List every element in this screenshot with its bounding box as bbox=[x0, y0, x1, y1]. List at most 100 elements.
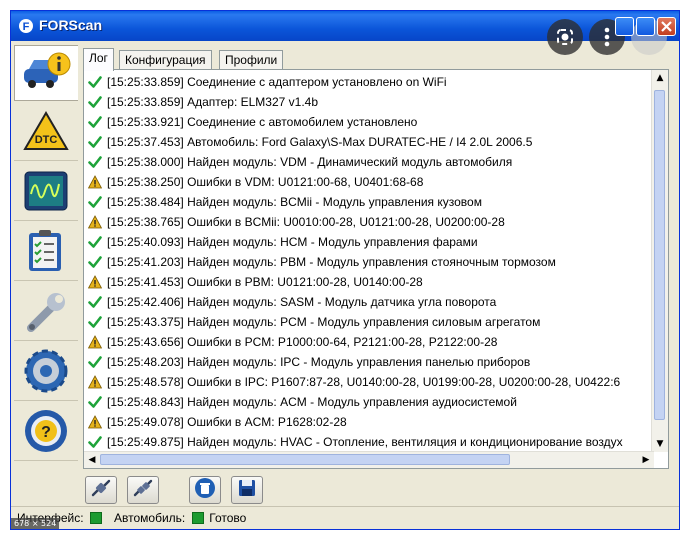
log-text: [15:25:37.453] Автомобиль: Ford Galaxy\S… bbox=[107, 135, 533, 149]
warning-icon bbox=[87, 275, 103, 289]
status-bar: Интерфейс: Автомобиль: Готово 678 × 524 bbox=[11, 506, 679, 529]
trash-icon bbox=[194, 477, 216, 503]
svg-text:?: ? bbox=[41, 424, 51, 441]
tab-log[interactable]: Лог bbox=[83, 48, 114, 71]
image-size-badge: 678 × 524 bbox=[11, 518, 60, 529]
log-text: [15:25:48.843] Найден модуль: ACM - Моду… bbox=[107, 395, 517, 409]
warning-icon bbox=[87, 335, 103, 349]
log-line: [15:25:41.203] Найден модуль: PBM - Моду… bbox=[88, 252, 556, 272]
log-lines: [15:25:33.859] Соединение с адаптером ус… bbox=[84, 70, 654, 452]
check-icon bbox=[88, 295, 102, 309]
tool-service[interactable] bbox=[14, 285, 78, 341]
tab-configuration[interactable]: Конфигурация bbox=[119, 50, 212, 70]
svg-text:DTC: DTC bbox=[35, 134, 58, 146]
connect-icon bbox=[90, 478, 112, 502]
tool-tests[interactable] bbox=[14, 225, 78, 281]
log-text: [15:25:38.765] Ошибки в BCMii: U0010:00-… bbox=[107, 215, 505, 229]
check-icon bbox=[88, 115, 102, 129]
log-line: [15:25:38.484] Найден модуль: BCMii - Мо… bbox=[88, 192, 482, 212]
log-line: [15:25:43.375] Найден модуль: PCM - Моду… bbox=[88, 312, 540, 332]
tool-dtc[interactable]: DTC bbox=[14, 105, 78, 161]
log-line: [15:25:40.093] Найден модуль: HCM - Моду… bbox=[88, 232, 478, 252]
warning-icon bbox=[87, 175, 103, 189]
log-text: [15:25:40.093] Найден модуль: HCM - Моду… bbox=[107, 235, 478, 249]
check-icon bbox=[88, 255, 102, 269]
save-icon bbox=[237, 478, 257, 502]
save-log-button[interactable] bbox=[231, 476, 263, 504]
scroll-down-icon[interactable]: ▼ bbox=[652, 436, 668, 452]
log-line: [15:25:38.000] Найден модуль: VDM - Дина… bbox=[88, 152, 512, 172]
wrench-icon bbox=[23, 288, 69, 338]
check-icon bbox=[88, 315, 102, 329]
log-line: [15:25:48.578] Ошибки в IPC: P1607:87-28… bbox=[87, 372, 620, 392]
log-line: [15:25:38.765] Ошибки в BCMii: U0010:00-… bbox=[87, 212, 505, 232]
dtc-icon: DTC bbox=[22, 110, 70, 156]
ready-label: Готово bbox=[209, 511, 247, 525]
tool-settings[interactable] bbox=[14, 345, 78, 401]
log-text: [15:25:43.375] Найден модуль: PCM - Моду… bbox=[107, 315, 541, 329]
log-line: [15:25:49.078] Ошибки в ACM: P1628:02-28 bbox=[87, 412, 347, 432]
gear-icon bbox=[22, 347, 70, 399]
vehicle-indicator bbox=[192, 512, 205, 524]
log-line: [15:25:42.406] Найден модуль: SASM - Мод… bbox=[88, 292, 496, 312]
vehicle-label: Автомобиль: bbox=[114, 511, 186, 525]
log-line: [15:25:33.859] Соединение с адаптером ус… bbox=[88, 72, 447, 92]
log-line: [15:25:38.250] Ошибки в VDM: U0121:00-68… bbox=[87, 172, 424, 192]
interface-indicator bbox=[89, 512, 102, 524]
check-icon bbox=[88, 355, 102, 369]
svg-text:F: F bbox=[23, 21, 30, 33]
log-text: [15:25:49.875] Найден модуль: HVAC - Ото… bbox=[107, 435, 623, 449]
log-text: [15:25:41.453] Ошибки в PBM: U0121:00-28… bbox=[107, 275, 423, 289]
tool-vehicle-info[interactable] bbox=[14, 45, 78, 101]
log-text: [15:25:43.656] Ошибки в PCM: P1000:00-64… bbox=[107, 335, 498, 349]
tool-live-data[interactable] bbox=[14, 165, 78, 221]
log-line: [15:25:43.656] Ошибки в PCM: P1000:00-64… bbox=[87, 332, 498, 352]
log-line: [15:25:33.921] Соединение с автомобилем … bbox=[88, 112, 417, 132]
lens-icon[interactable] bbox=[547, 19, 583, 55]
log-line: [15:25:49.875] Найден модуль: HVAC - Ото… bbox=[88, 432, 623, 452]
log-text: [15:25:38.000] Найден модуль: VDM - Дина… bbox=[107, 155, 513, 169]
log-line: [15:25:41.453] Ошибки в PBM: U0121:00-28… bbox=[87, 272, 423, 292]
log-line: [15:25:48.843] Найден модуль: ACM - Моду… bbox=[88, 392, 517, 412]
scroll-left-icon[interactable]: ◀ bbox=[84, 452, 100, 468]
warning-icon bbox=[87, 415, 103, 429]
connect-button[interactable] bbox=[85, 476, 117, 504]
close-button[interactable] bbox=[657, 17, 676, 36]
tab-profiles[interactable]: Профили bbox=[219, 50, 284, 70]
maximize-button[interactable] bbox=[636, 17, 655, 36]
log-line: [15:25:48.203] Найден модуль: IPC - Моду… bbox=[88, 352, 530, 372]
log-text: [15:25:41.203] Найден модуль: PBM - Моду… bbox=[107, 255, 556, 269]
check-icon bbox=[88, 195, 102, 209]
check-icon bbox=[88, 395, 102, 409]
log-text: [15:25:49.078] Ошибки в ACM: P1628:02-28 bbox=[107, 415, 347, 429]
title-bar: F FORScan bbox=[11, 11, 679, 55]
log-text: [15:25:33.921] Соединение с автомобилем … bbox=[107, 115, 418, 129]
disconnect-button[interactable] bbox=[127, 476, 159, 504]
check-icon bbox=[88, 75, 102, 89]
tool-help[interactable]: ? bbox=[14, 405, 78, 461]
log-text: [15:25:33.859] Адаптер: ELM327 v1.4b bbox=[107, 95, 319, 109]
checklist-icon bbox=[24, 228, 68, 278]
log-text: [15:25:38.250] Ошибки в VDM: U0121:00-68… bbox=[107, 175, 424, 189]
oscilloscope-icon bbox=[23, 170, 69, 216]
warning-icon bbox=[87, 375, 103, 389]
help-icon: ? bbox=[22, 407, 70, 459]
check-icon bbox=[88, 135, 102, 149]
scroll-up-icon[interactable]: ▲ bbox=[652, 70, 668, 86]
check-icon bbox=[88, 155, 102, 169]
horizontal-scroll-thumb[interactable] bbox=[100, 454, 510, 465]
scroll-right-icon[interactable]: ▶ bbox=[638, 452, 654, 468]
log-panel: [15:25:33.859] Соединение с адаптером ус… bbox=[83, 69, 669, 469]
clear-log-button[interactable] bbox=[189, 476, 221, 504]
check-icon bbox=[88, 435, 102, 449]
check-icon bbox=[88, 235, 102, 249]
main-toolbar: DTC ? bbox=[14, 45, 78, 475]
log-line: [15:25:33.859] Адаптер: ELM327 v1.4b bbox=[88, 92, 318, 112]
vertical-scrollbar[interactable]: ▲ ▼ bbox=[651, 70, 668, 452]
minimize-button[interactable] bbox=[615, 17, 634, 36]
horizontal-scrollbar[interactable]: ◀ ▶ bbox=[84, 451, 654, 468]
vertical-scroll-thumb[interactable] bbox=[654, 90, 665, 420]
forscan-icon: F bbox=[18, 18, 34, 34]
forscan-window: F FORScan DTC ? Лог Конфигурация Профили… bbox=[10, 10, 680, 530]
log-text: [15:25:42.406] Найден модуль: SASM - Мод… bbox=[107, 295, 497, 309]
